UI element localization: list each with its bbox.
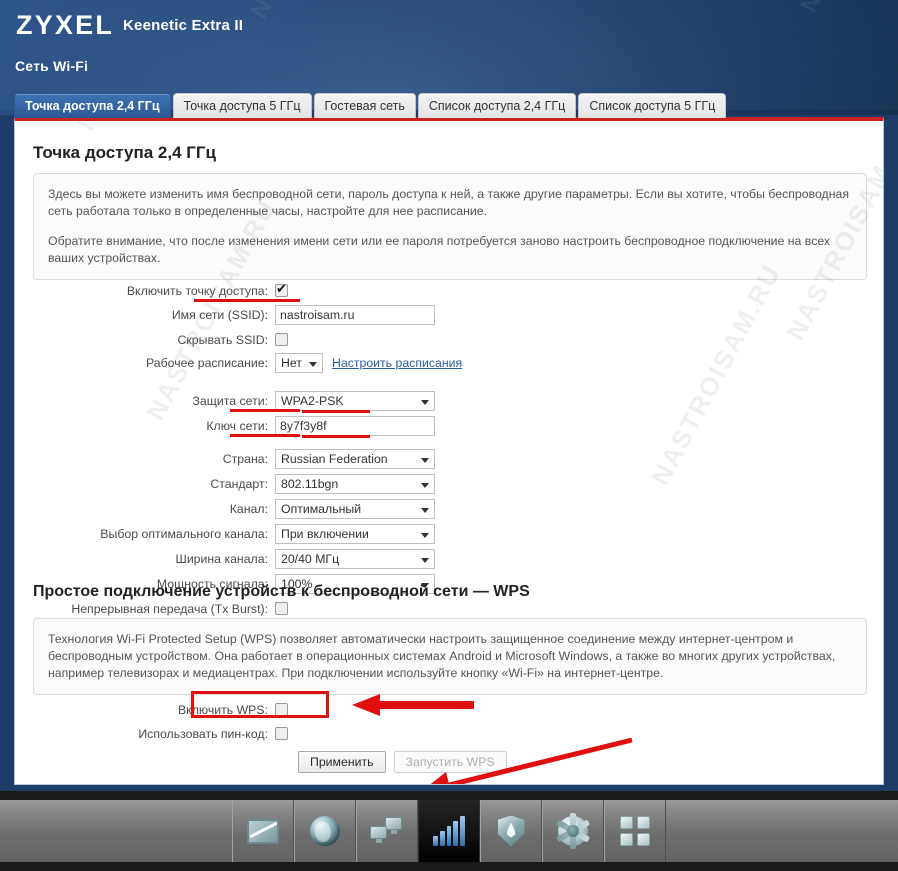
watermark: NASTROISAM.RU bbox=[645, 259, 787, 491]
page-section-title: Сеть Wi-Fi bbox=[15, 58, 89, 74]
taskbar-item-firewall[interactable] bbox=[480, 800, 542, 862]
tab-access-list-5[interactable]: Список доступа 5 ГГц bbox=[578, 93, 727, 118]
configure-schedules-link[interactable]: Настроить расписания bbox=[332, 356, 462, 370]
settings-gear-icon bbox=[555, 813, 591, 849]
bandwidth-select[interactable]: 20/40 МГц bbox=[275, 548, 435, 569]
network-key-label: Ключ сети: bbox=[206, 418, 268, 433]
system-monitor-icon bbox=[247, 818, 279, 844]
channel-select[interactable]: Оптимальный bbox=[275, 498, 435, 519]
tab-bar[interactable]: Точка доступа 2,4 ГГц Точка доступа 5 ГГ… bbox=[14, 93, 728, 118]
home-network-icon bbox=[370, 816, 404, 846]
watermark: NASTROISAM.RU bbox=[70, 121, 213, 136]
wifi-signal-icon bbox=[433, 816, 465, 846]
wps-section-heading: Простое подключение устройств к беспрово… bbox=[33, 583, 530, 600]
tab-access-list-24[interactable]: Список доступа 2,4 ГГц bbox=[417, 93, 577, 118]
row-ssid: Имя сети (SSID): bbox=[15, 304, 435, 325]
enable-ap-label: Включить точку доступа: bbox=[126, 283, 268, 298]
schedule-select[interactable]: Нет bbox=[275, 352, 323, 373]
enable-ap-checkbox[interactable] bbox=[275, 281, 288, 297]
apply-button[interactable]: Применить bbox=[298, 751, 386, 773]
ssid-label: Имя сети (SSID): bbox=[171, 307, 268, 322]
device-model: Keenetic Extra II bbox=[123, 17, 244, 34]
row-hide-ssid: Скрывать SSID: bbox=[15, 329, 288, 350]
row-auto-channel: Выбор оптимального канала: При включении bbox=[15, 523, 435, 544]
hide-ssid-label: Скрывать SSID: bbox=[177, 332, 268, 347]
zyxel-logo: ZYXEL bbox=[16, 10, 115, 40]
row-security: Защита сети: WPA2-PSK bbox=[15, 390, 435, 411]
row-standard: Стандарт: 802.11bgn bbox=[15, 473, 435, 494]
taskbar-item-internet[interactable] bbox=[294, 800, 356, 862]
standard-label: Стандарт: bbox=[210, 476, 268, 491]
form-action-buttons: Применить Запустить WPS bbox=[298, 751, 507, 773]
start-wps-button: Запустить WPS bbox=[393, 751, 507, 773]
row-enable-wps: Включить WPS: bbox=[15, 699, 288, 720]
row-schedule: Рабочее расписание: Нет Настроить распис… bbox=[15, 352, 462, 373]
row-tx-burst: Непрерывная передача (Tx Burst): bbox=[15, 598, 288, 619]
schedule-label: Рабочее расписание: bbox=[145, 355, 268, 370]
apps-grid-icon bbox=[620, 816, 650, 846]
country-select[interactable]: Russian Federation bbox=[275, 448, 435, 469]
use-pin-label: Использовать пин-код: bbox=[138, 726, 268, 741]
taskbar-icon-group bbox=[232, 800, 666, 862]
wps-description-box: Технология Wi-Fi Protected Setup (WPS) п… bbox=[33, 618, 867, 695]
description-paragraph-2: Обратите внимание, что после изменения и… bbox=[48, 234, 831, 265]
channel-label: Канал: bbox=[229, 501, 268, 516]
tab-guest-network[interactable]: Гостевая сеть bbox=[313, 93, 416, 118]
row-use-pin: Использовать пин-код: bbox=[15, 723, 288, 744]
security-select[interactable]: WPA2-PSK bbox=[275, 390, 435, 411]
country-label: Страна: bbox=[222, 451, 268, 466]
row-country: Страна: Russian Federation bbox=[15, 448, 435, 469]
taskbar-item-home-network[interactable] bbox=[356, 800, 418, 862]
enable-wps-checkbox[interactable] bbox=[275, 703, 288, 716]
auto-channel-label: Выбор оптимального канала: bbox=[100, 526, 268, 541]
taskbar-item-wifi-network[interactable] bbox=[418, 800, 480, 862]
content-panel: Точка доступа 2,4 ГГц Здесь вы можете из… bbox=[14, 117, 884, 785]
enable-wps-label: Включить WPS: bbox=[177, 702, 268, 717]
auto-channel-select[interactable]: При включении bbox=[275, 523, 435, 544]
standard-select[interactable]: 802.11bgn bbox=[275, 473, 435, 494]
taskbar-item-applications[interactable] bbox=[604, 800, 666, 862]
row-bandwidth: Ширина канала: 20/40 МГц bbox=[15, 548, 435, 569]
internet-globe-icon bbox=[310, 816, 340, 846]
tx-burst-checkbox[interactable] bbox=[275, 602, 288, 615]
ssid-input[interactable] bbox=[275, 304, 435, 325]
hide-ssid-checkbox[interactable] bbox=[275, 333, 288, 346]
security-label: Защита сети: bbox=[192, 393, 269, 408]
row-channel: Канал: Оптимальный bbox=[15, 498, 435, 519]
wps-description-text: Технология Wi-Fi Protected Setup (WPS) п… bbox=[48, 632, 836, 680]
use-pin-checkbox[interactable] bbox=[275, 727, 288, 740]
taskbar-item-settings[interactable] bbox=[542, 800, 604, 862]
tab-access-point-24[interactable]: Точка доступа 2,4 ГГц bbox=[14, 93, 171, 118]
tx-burst-label: Непрерывная передача (Tx Burst): bbox=[71, 601, 268, 616]
taskbar-item-system-monitor[interactable] bbox=[232, 800, 294, 862]
firewall-shield-icon bbox=[497, 815, 525, 847]
page-title: Точка доступа 2,4 ГГц bbox=[33, 143, 216, 162]
tab-access-point-5[interactable]: Точка доступа 5 ГГц bbox=[172, 93, 312, 118]
bottom-taskbar bbox=[0, 791, 898, 871]
row-enable-ap: Включить точку доступа: bbox=[15, 280, 288, 301]
network-key-input[interactable] bbox=[275, 415, 435, 436]
bandwidth-label: Ширина канала: bbox=[175, 551, 268, 566]
description-paragraph-1: Здесь вы можете изменить имя беспроводно… bbox=[48, 187, 849, 218]
page-description-box: Здесь вы можете изменить имя беспроводно… bbox=[33, 173, 867, 280]
row-network-key: Ключ сети: bbox=[15, 415, 435, 436]
